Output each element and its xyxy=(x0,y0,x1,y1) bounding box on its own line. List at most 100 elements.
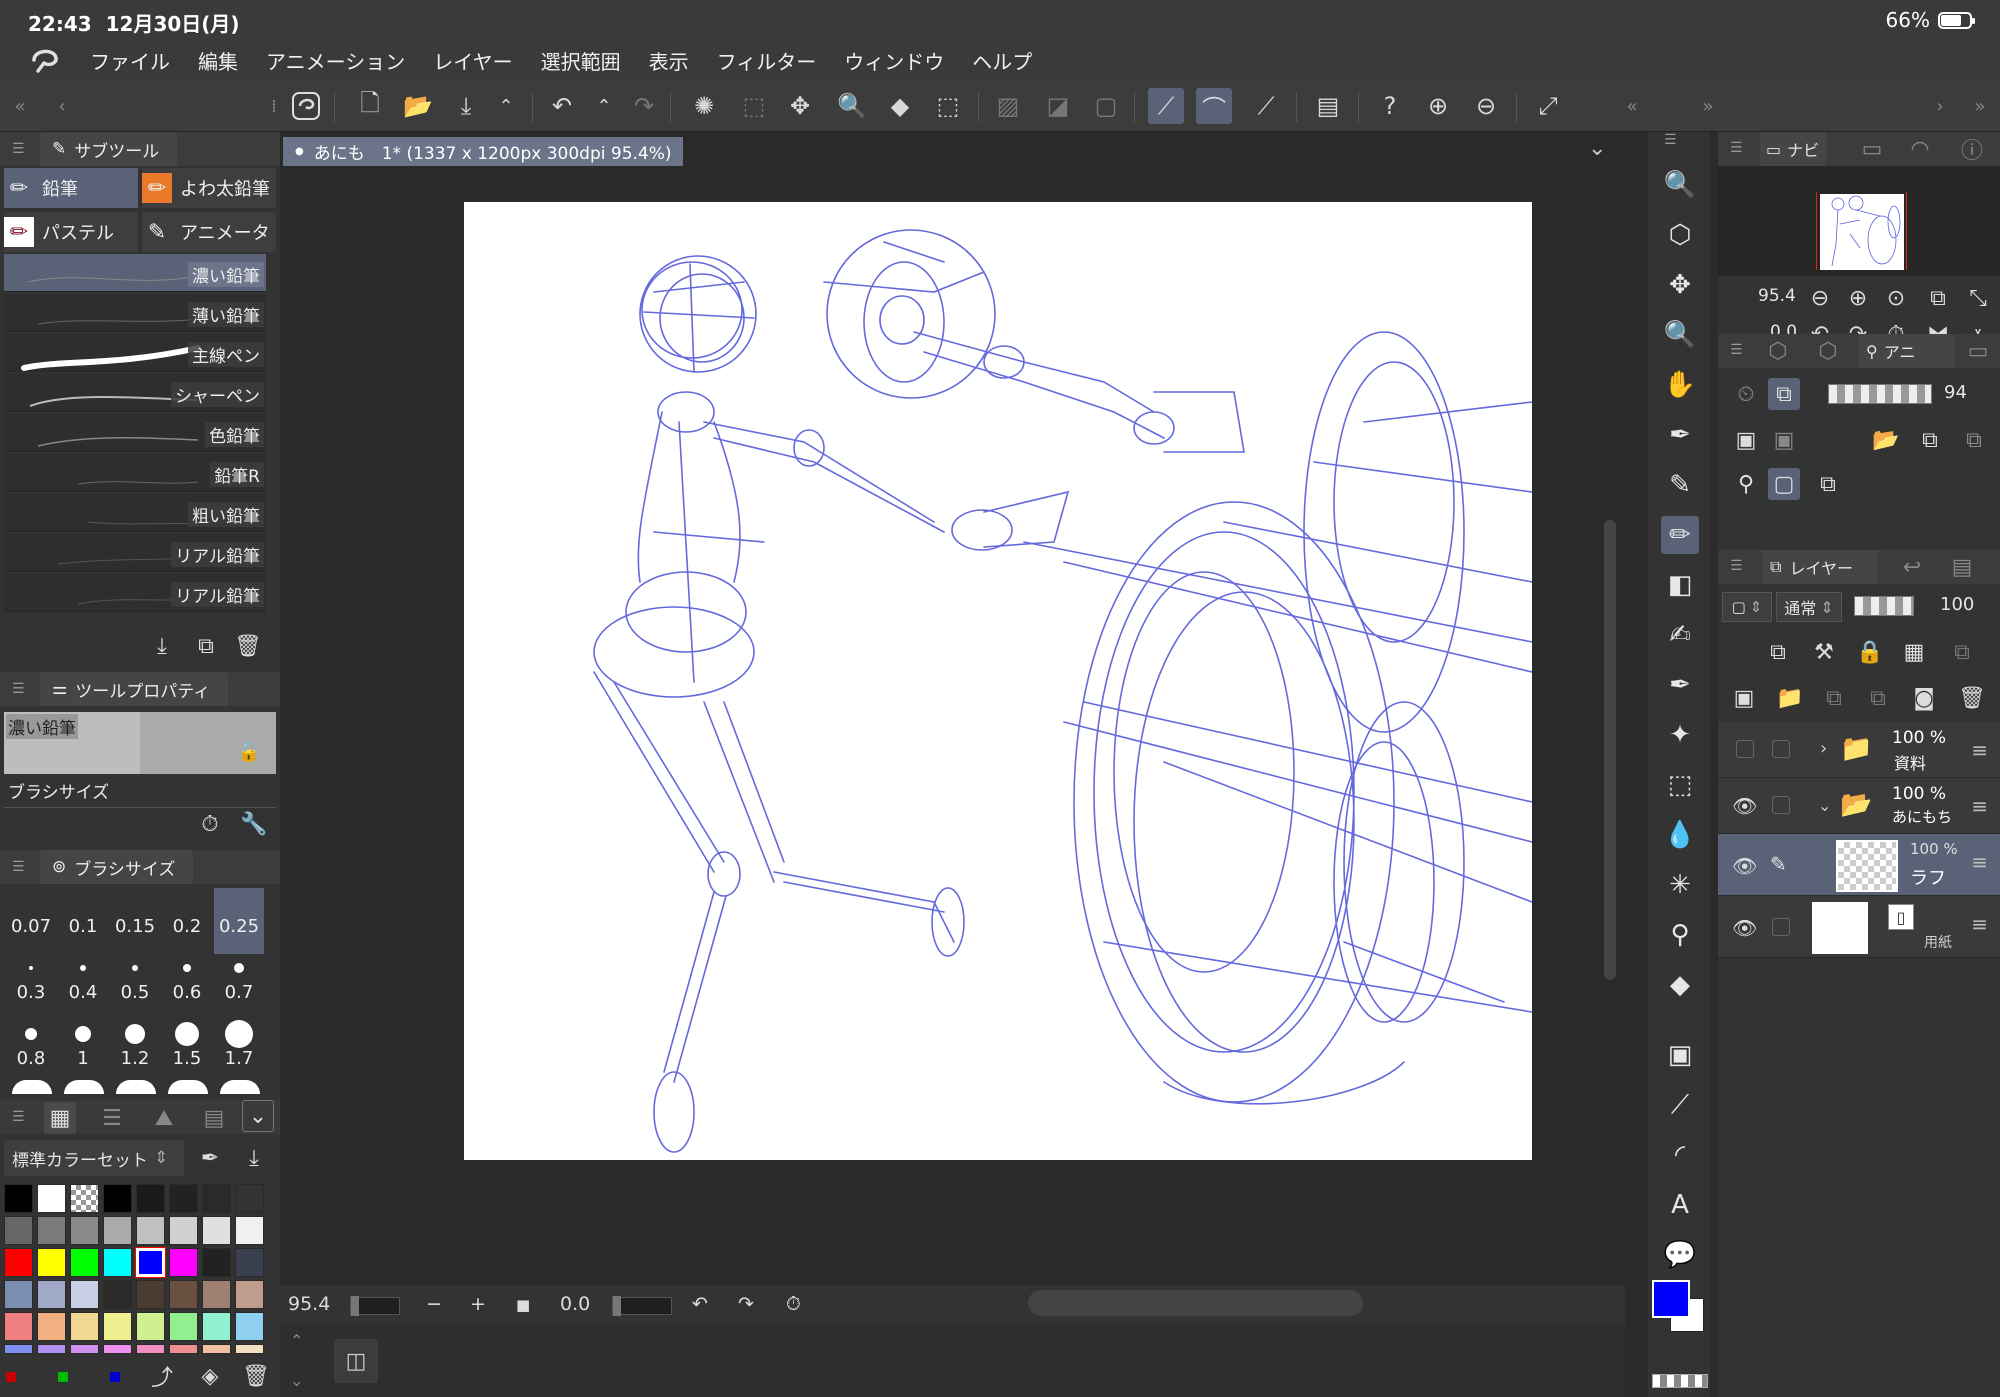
hand-tool-icon[interactable]: ✋ xyxy=(1661,366,1699,404)
opacity-slider[interactable] xyxy=(1828,384,1932,404)
brush-size-option[interactable]: 1.2 xyxy=(110,1020,160,1086)
eye-icon[interactable]: 👁 xyxy=(1732,916,1757,940)
animation-cels-tab[interactable]: ⚲ アニ xyxy=(1858,334,1954,368)
nav-zoom-in-icon[interactable]: ⊕ xyxy=(1842,282,1874,314)
chevron-left-icon[interactable]: ‹ xyxy=(44,88,80,124)
color-swatch[interactable] xyxy=(136,1312,165,1341)
color-swatch[interactable] xyxy=(202,1344,231,1354)
layer-tab[interactable]: ⧉ レイヤー xyxy=(1762,550,1878,584)
duplicate-icon[interactable]: ⧉ xyxy=(190,630,222,662)
navigator-tab[interactable]: ▭ ナビ xyxy=(1760,132,1826,166)
collapse-right-icon[interactable]: » xyxy=(1962,88,1998,124)
rotate-left-icon[interactable]: ↶ xyxy=(692,1293,708,1315)
color-swatch[interactable] xyxy=(169,1312,198,1341)
history-tab-icon[interactable]: ↩ xyxy=(1896,551,1928,583)
brush-size-option[interactable] xyxy=(116,1080,156,1094)
subtool-group-animator[interactable]: ✎ アニメータ xyxy=(142,212,276,252)
collapse-left-icon[interactable]: « xyxy=(2,88,38,124)
color-swatch[interactable] xyxy=(4,1248,33,1277)
color-swatch[interactable] xyxy=(136,1344,165,1354)
nav-fit-window-icon[interactable]: ⤡ xyxy=(1962,282,1994,314)
chevron-down-small-icon[interactable]: ⌄ xyxy=(1818,796,1831,815)
brush-size-option[interactable]: 0.07 xyxy=(6,888,56,954)
layer-row-folder-animochi[interactable]: 👁 ⌄ 📂 100 % あにもち ≡ xyxy=(1718,778,2000,834)
layer-menu-icon[interactable]: ≡ xyxy=(1971,912,1988,936)
color-swatch[interactable] xyxy=(4,1312,33,1341)
save-options-icon[interactable]: ⌃ xyxy=(488,88,524,124)
color-swatch[interactable] xyxy=(202,1280,231,1309)
lock-transparency-icon[interactable]: ▦ xyxy=(1898,636,1930,668)
blend-mode-select[interactable]: 通常 ⇕ xyxy=(1776,592,1842,622)
decoration-tool-icon[interactable]: ✦ xyxy=(1661,716,1699,754)
menu-edit[interactable]: 編集 xyxy=(198,46,238,75)
layer-color-toggle-icon[interactable]: ⧉ xyxy=(1946,636,1978,668)
color-swatch[interactable] xyxy=(136,1184,165,1213)
color-swatch[interactable] xyxy=(4,1184,33,1213)
timeline-toggle-icon[interactable]: ◫ xyxy=(334,1339,378,1383)
brush-size-option[interactable]: 0.15 xyxy=(110,888,160,954)
eye-icon[interactable]: 👁 xyxy=(1732,854,1757,878)
color-swatch[interactable] xyxy=(37,1312,66,1341)
drawing-canvas[interactable] xyxy=(464,202,1532,1160)
transparent-color-swatch[interactable] xyxy=(1652,1374,1708,1388)
nav-zoom-out-icon[interactable]: ⊖ xyxy=(1804,282,1836,314)
document-tab[interactable]: ● あにも 1* (1337 x 1200px 300dpi 95.4%) xyxy=(283,137,683,166)
new-raster-layer-icon[interactable]: ▣ xyxy=(1728,682,1760,714)
fullscreen-icon[interactable]: ⤢ xyxy=(1530,88,1566,124)
color-swatch[interactable] xyxy=(103,1312,132,1341)
color-swatch[interactable] xyxy=(37,1280,66,1309)
chevron-up-icon[interactable]: ⌃ xyxy=(290,1331,303,1350)
horizontal-scrollbar[interactable] xyxy=(1028,1290,1363,1316)
rotation-value[interactable]: 0.0 xyxy=(560,1293,590,1315)
color-swatch[interactable] xyxy=(235,1312,264,1341)
transform-icon[interactable]: ✥ xyxy=(782,88,818,124)
clip-layer-icon[interactable]: ⧉ xyxy=(1812,468,1844,500)
layer-property-opacity[interactable]: 94 xyxy=(1944,382,1967,403)
layer-opacity-value[interactable]: 100 xyxy=(1940,594,1974,615)
new-file-icon[interactable]: 🗋 xyxy=(352,88,388,124)
color-swatch[interactable] xyxy=(37,1344,66,1354)
chevron-right-small-icon[interactable]: › xyxy=(1820,738,1827,759)
eyedropper-tool-icon[interactable]: ⚲ xyxy=(1661,916,1699,954)
navigator-preview[interactable] xyxy=(1718,166,2000,276)
color-swatch[interactable] xyxy=(103,1344,132,1354)
loading-spinner-icon[interactable]: ✺ xyxy=(686,88,722,124)
clipping-icon[interactable]: ⧉ xyxy=(1762,636,1794,668)
subtool-group-pencil[interactable]: ✏ 鉛筆 xyxy=(4,168,138,208)
new-layer-folder-icon[interactable]: 📁 xyxy=(1774,682,1806,714)
color-swatch[interactable] xyxy=(235,1184,264,1213)
wrench-icon[interactable]: 🔧 xyxy=(238,808,270,840)
color-history-tab-icon[interactable]: ▤ xyxy=(198,1102,230,1134)
selection-invert-icon[interactable]: ◪ xyxy=(1040,88,1076,124)
color-swatch[interactable] xyxy=(202,1216,231,1245)
zoom-in-icon[interactable]: ⊕ xyxy=(1420,88,1456,124)
brush-item[interactable]: 濃い鉛筆 xyxy=(4,254,266,292)
main-color-swatch[interactable] xyxy=(1652,1280,1690,1318)
color-swatch[interactable] xyxy=(37,1184,66,1213)
create-mask-icon[interactable]: ◙ xyxy=(1908,682,1940,714)
brush-size-option[interactable]: 0.1 xyxy=(58,888,108,954)
layer-row-paper[interactable]: 👁 ▯ 用紙 ≡ xyxy=(1718,896,2000,958)
layer-filter-tab-icon[interactable]: ⬡ xyxy=(1812,335,1844,367)
balloon-tool-icon[interactable]: 💬 xyxy=(1661,1236,1699,1274)
brush-size-option[interactable]: 1.7 xyxy=(214,1020,264,1086)
layer-lock-checkbox[interactable] xyxy=(1772,918,1790,936)
layer-search-tab-icon[interactable]: ⬡ xyxy=(1762,335,1794,367)
menu-layer[interactable]: レイヤー xyxy=(433,46,512,75)
brush-size-option[interactable]: 0.25 xyxy=(214,888,264,954)
layer-menu-icon[interactable]: ≡ xyxy=(1971,850,1988,874)
zoom-out-icon[interactable]: ⊖ xyxy=(1468,88,1504,124)
eraser-tool-icon[interactable]: ◧ xyxy=(1661,566,1699,604)
color-swatch[interactable] xyxy=(4,1216,33,1245)
add-color-icon[interactable]: ⤴ xyxy=(146,1360,178,1392)
color-swatch[interactable] xyxy=(70,1248,99,1277)
brush-size-option[interactable]: 0.3 xyxy=(6,954,56,1020)
brush-size-option[interactable]: 0.8 xyxy=(6,1020,56,1086)
chevron-right-icon[interactable]: › xyxy=(1922,88,1958,124)
menu-selection[interactable]: 選択範囲 xyxy=(541,46,621,75)
color-swatch[interactable] xyxy=(202,1184,231,1213)
menu-help[interactable]: ヘルプ xyxy=(972,46,1032,75)
color-swatch[interactable] xyxy=(169,1280,198,1309)
brush-item[interactable]: 薄い鉛筆 xyxy=(4,294,266,332)
layer-opacity-slider[interactable] xyxy=(1854,596,1914,616)
